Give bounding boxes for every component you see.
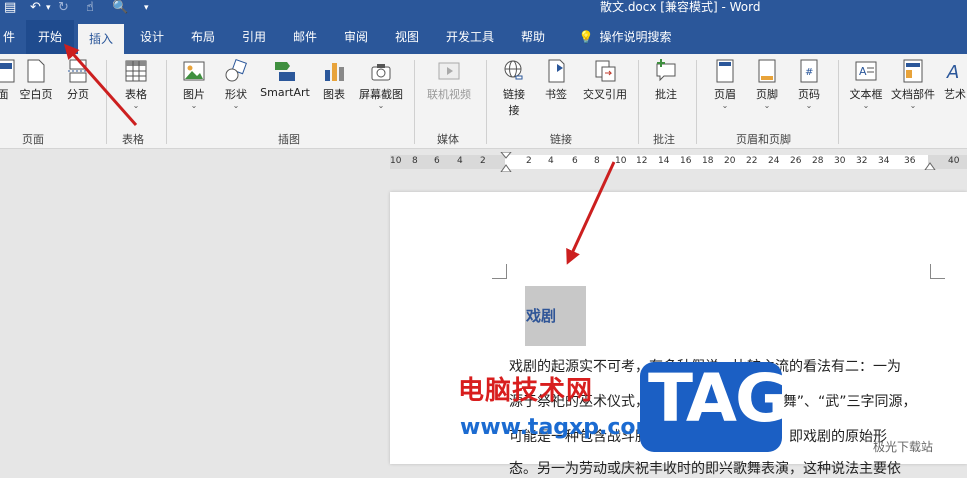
arrow-to-heading (566, 161, 616, 265)
annotation-arrows (64, 43, 616, 265)
arrow-to-home-tab (64, 43, 138, 126)
